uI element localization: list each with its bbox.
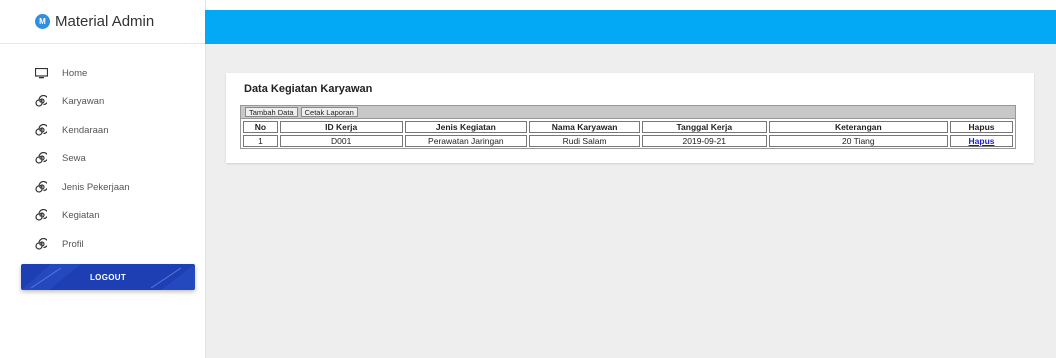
column-header-keterangan: Keterangan [768,121,949,133]
delete-link[interactable]: Hapus [969,136,995,146]
sidebar-item-home[interactable]: Home [34,63,87,83]
activity-card: Data Kegiatan Karyawan Tambah Data Cetak… [226,73,1034,163]
brand-logo: M [35,14,50,29]
cell-hapus: Hapus [950,135,1013,147]
sidebar: M Material Admin Home Karyawan Kendaraan… [0,0,206,358]
cell-nama-karyawan: Rudi Salam [529,135,640,147]
column-header-tanggal-kerja: Tanggal Kerja [641,121,767,133]
cell-no: 1 [243,135,278,147]
spiral-icon [34,123,48,137]
logout-label: LOGOUT [89,272,127,282]
data-table: No ID Kerja Jenis Kegiatan Nama Karyawan… [241,119,1015,149]
sidebar-item-jenis-pekerjaan[interactable]: Jenis Pekerjaan [34,177,130,197]
sidebar-item-label: Jenis Pekerjaan [62,181,130,193]
column-header-jenis-kegiatan: Jenis Kegiatan [404,121,528,133]
spiral-icon [34,180,48,194]
cell-jenis-kegiatan: Perawatan Jaringan [404,135,528,147]
table-header-row: No ID Kerja Jenis Kegiatan Nama Karyawan… [243,121,1013,133]
brand[interactable]: M Material Admin [0,0,205,44]
print-report-button[interactable]: Cetak Laporan [300,107,358,117]
page-title: Data Kegiatan Karyawan [244,83,373,95]
top-app-bar [205,10,1056,44]
sidebar-item-label: Sewa [62,152,86,164]
activity-table: Tambah Data Cetak Laporan No ID Kerja Je… [240,105,1016,149]
sidebar-item-label: Home [62,67,88,79]
column-header-nama-karyawan: Nama Karyawan [529,121,640,133]
table-row: 1 D001 Perawatan Jaringan Rudi Salam 201… [243,135,1013,147]
spiral-icon [34,151,48,165]
spiral-icon [34,237,48,251]
table-toolbar: Tambah Data Cetak Laporan [241,106,1015,119]
logout-button[interactable]: LOGOUT [21,264,195,290]
column-header-hapus: Hapus [950,121,1013,133]
sidebar-item-profil[interactable]: Profil [34,234,84,254]
sidebar-item-kegiatan[interactable]: Kegiatan [34,205,100,225]
sidebar-item-label: Kendaraan [62,124,109,136]
main-content: Data Kegiatan Karyawan Tambah Data Cetak… [206,44,1056,358]
spiral-icon [34,94,48,108]
sidebar-item-kendaraan[interactable]: Kendaraan [34,120,108,140]
cell-tanggal-kerja: 2019-09-21 [641,135,767,147]
add-data-button[interactable]: Tambah Data [245,107,298,117]
cell-id-kerja: D001 [279,135,403,147]
sidebar-item-sewa[interactable]: Sewa [34,148,86,168]
sidebar-item-label: Karyawan [62,95,105,107]
column-header-id-kerja: ID Kerja [279,121,403,133]
column-header-no: No [243,121,278,133]
sidebar-item-label: Kegiatan [62,209,100,221]
cell-keterangan: 20 Tiang [768,135,949,147]
sidebar-item-label: Profil [62,238,84,250]
spiral-icon [34,208,48,222]
sidebar-item-karyawan[interactable]: Karyawan [34,91,104,111]
brand-name: Material Admin [55,13,155,30]
monitor-icon [34,66,48,80]
